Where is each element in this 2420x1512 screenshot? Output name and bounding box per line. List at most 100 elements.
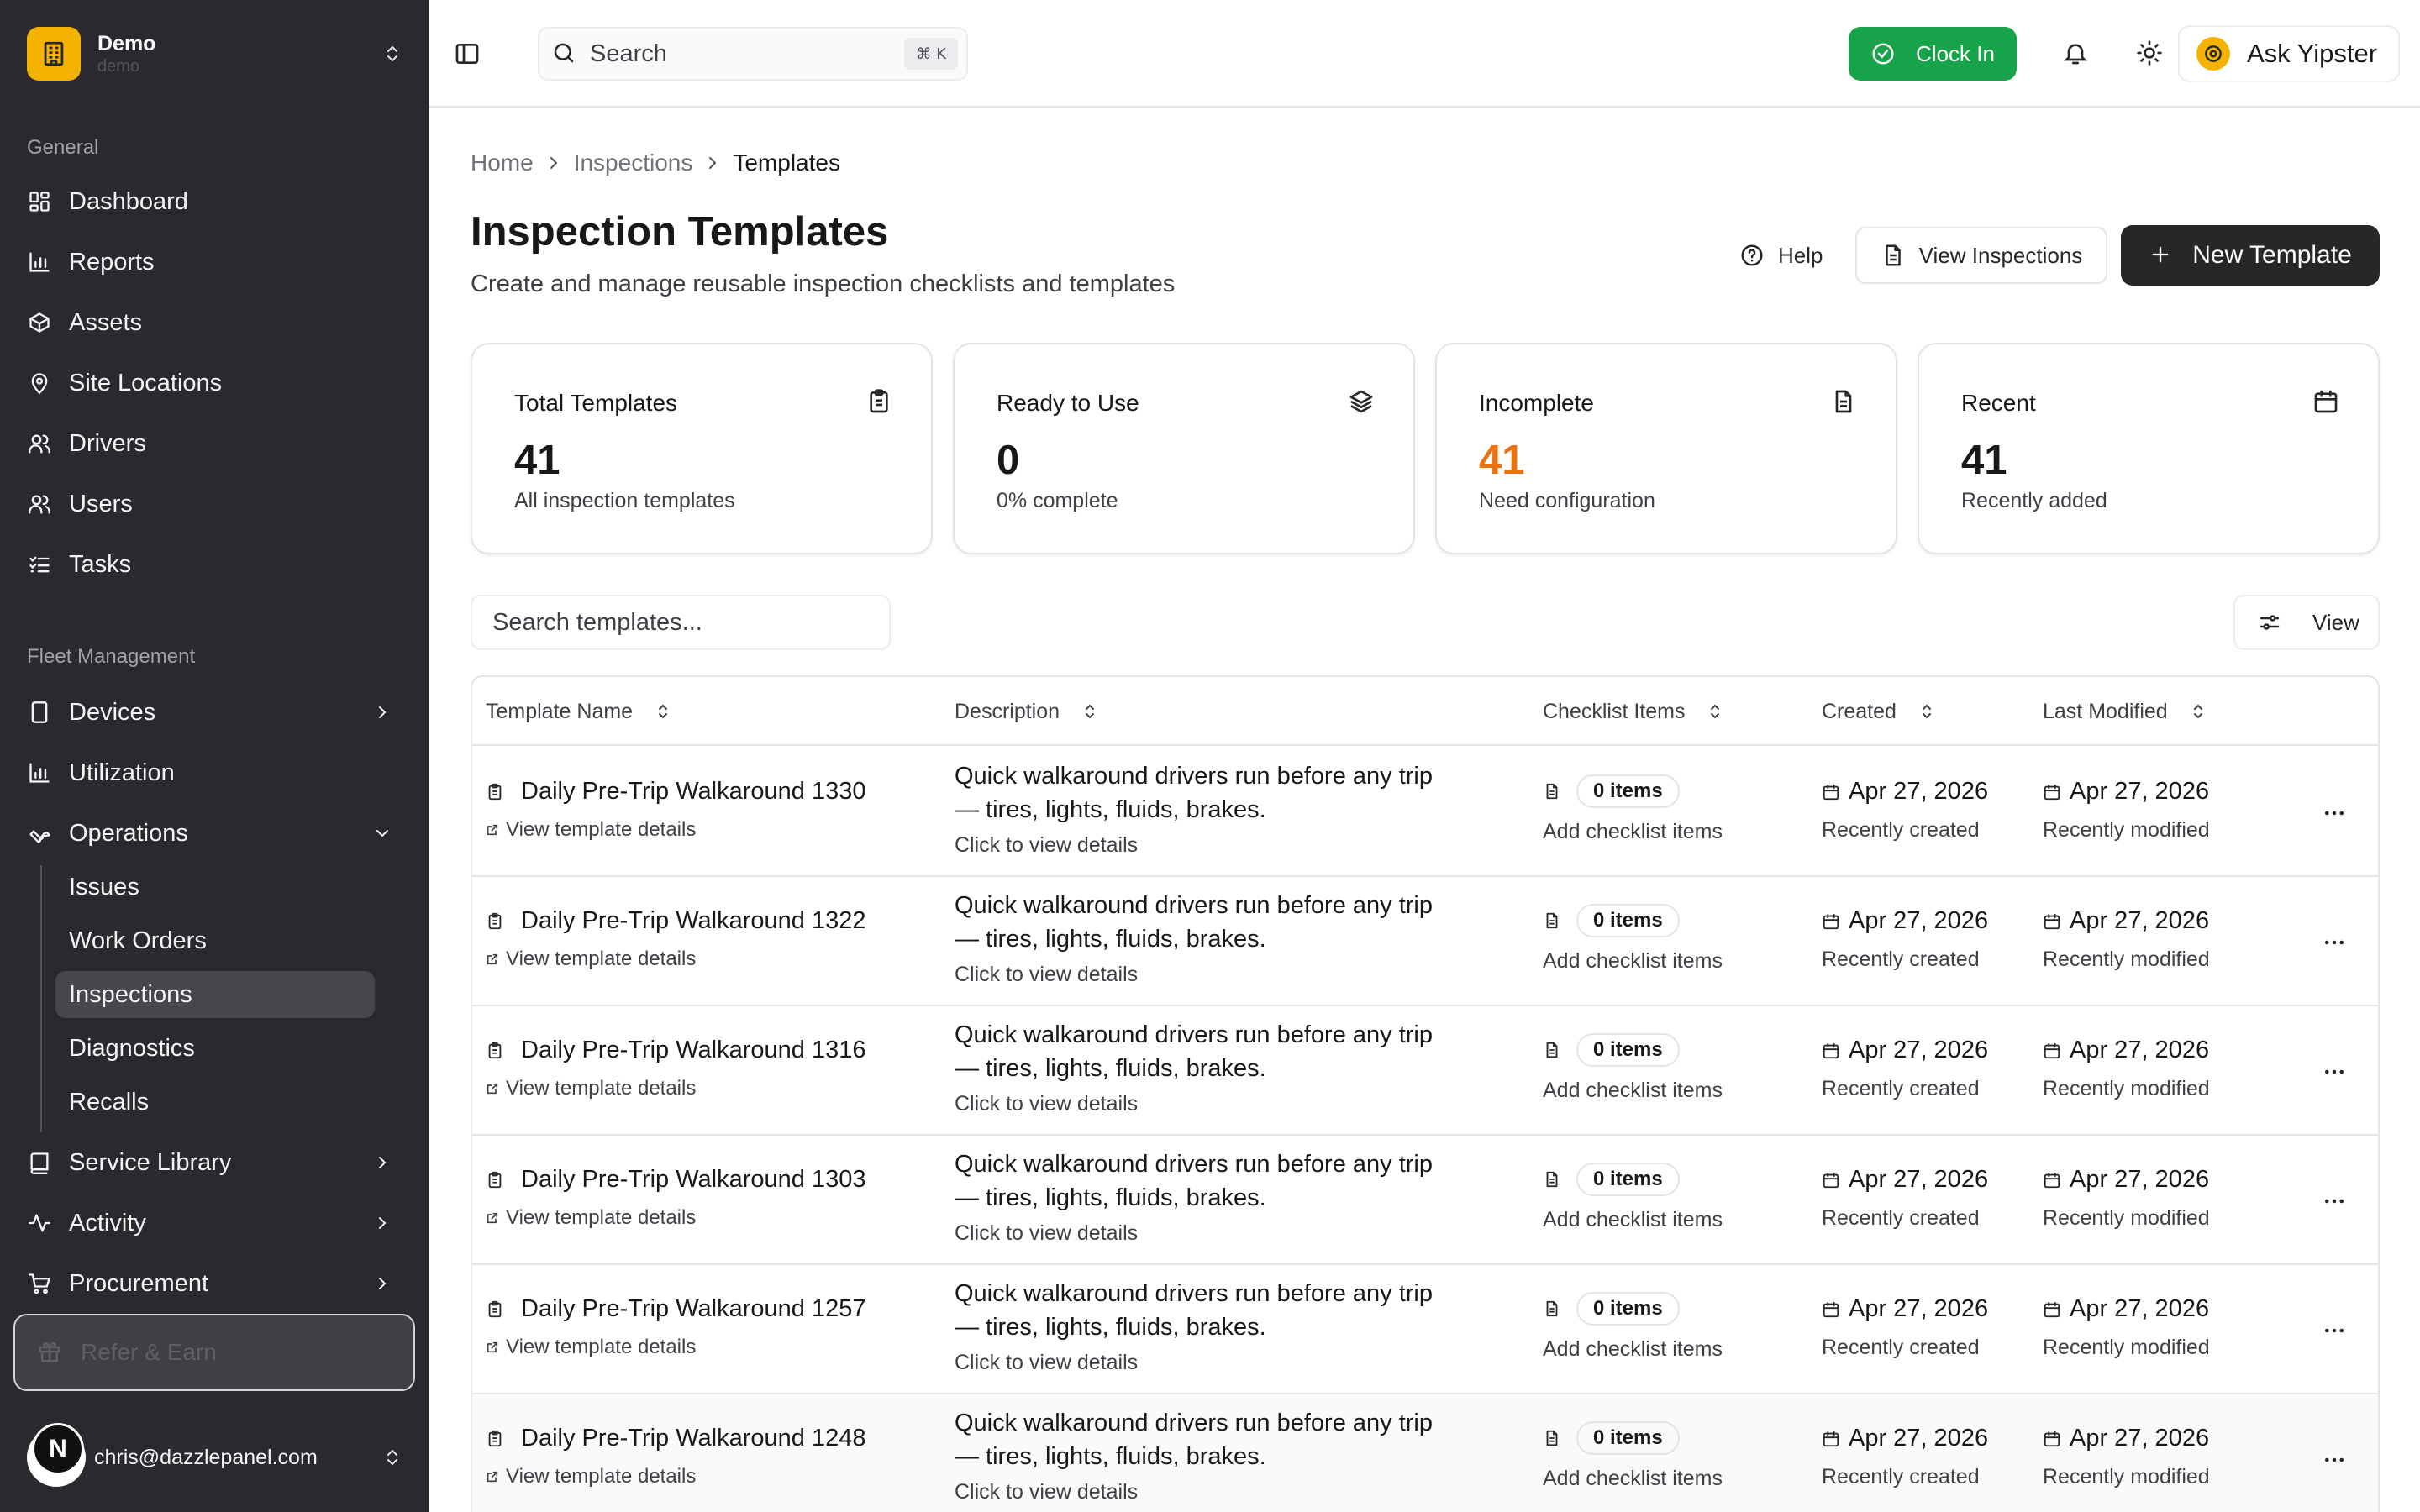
sidebar-item-label: Users xyxy=(69,490,133,517)
sidebar-subitem-issues[interactable]: Issues xyxy=(55,864,375,911)
column-label: Last Modified xyxy=(2043,699,2168,723)
more-horizontal-icon[interactable] xyxy=(2317,1314,2351,1347)
sidebar-item-operations[interactable]: Operations xyxy=(27,810,405,857)
view-template-details-label: View template details xyxy=(506,1336,697,1358)
clock-in-button[interactable]: Clock In xyxy=(1849,27,2017,81)
sidebar-item-utilization[interactable]: Utilization xyxy=(27,749,405,796)
more-horizontal-icon[interactable] xyxy=(2317,1184,2351,1218)
sidebar-toggle-icon[interactable] xyxy=(454,40,482,69)
table-row[interactable]: Daily Pre-Trip Walkaround 1316 View temp… xyxy=(472,1006,2378,1136)
user-menu[interactable]: N chris@dazzlepanel.com xyxy=(27,1423,405,1487)
sidebar-item-procurement[interactable]: Procurement xyxy=(27,1260,405,1307)
sidebar-item-label: Utilization xyxy=(69,759,175,786)
sidebar-item-assets[interactable]: Assets xyxy=(27,299,405,346)
column-last-modified[interactable]: Last Modified xyxy=(2043,677,2208,746)
sun-icon[interactable] xyxy=(2136,39,2165,68)
template-description: Quick walkaround drivers run before any … xyxy=(955,1410,1433,1470)
plus-icon xyxy=(2149,243,2174,268)
view-inspections-button[interactable]: View Inspections xyxy=(1855,227,2107,284)
add-checklist-items-link[interactable]: Add checklist items xyxy=(1543,820,1723,844)
column-created[interactable]: Created xyxy=(1822,677,1937,746)
view-template-details-link[interactable]: View template details xyxy=(486,1465,696,1488)
view-template-details-link[interactable]: View template details xyxy=(486,818,696,842)
template-name-cell[interactable]: Daily Pre-Trip Walkaround 1330 xyxy=(486,778,865,806)
view-template-details-link[interactable]: View template details xyxy=(486,1206,696,1230)
stat-card-ready-to-use: Ready to Use 0 0% complete xyxy=(953,343,1415,554)
sidebar-item-label: Reports xyxy=(69,248,155,276)
click-to-view-details[interactable]: Click to view details xyxy=(955,1221,1138,1246)
add-checklist-items-link[interactable]: Add checklist items xyxy=(1543,1079,1723,1103)
users-icon xyxy=(27,431,52,456)
table-header: Template Name Description Checklist Item… xyxy=(472,677,2378,746)
items-count-badge: 0 items xyxy=(1576,1292,1680,1326)
modified-sub: Recently modified xyxy=(2043,948,2210,971)
table-row[interactable]: Daily Pre-Trip Walkaround 1330 View temp… xyxy=(472,748,2378,877)
external-link-icon xyxy=(486,1341,499,1354)
add-checklist-items-link[interactable]: Add checklist items xyxy=(1543,1337,1723,1362)
sidebar-item-drivers[interactable]: Drivers xyxy=(27,420,405,467)
checklist-items-cell: 0 items xyxy=(1543,1292,1680,1326)
sidebar-subitem-work-orders[interactable]: Work Orders xyxy=(55,917,375,964)
add-checklist-items-link[interactable]: Add checklist items xyxy=(1543,949,1723,974)
ask-yipster-button[interactable]: Ask Yipster xyxy=(2178,25,2400,82)
view-template-details-link[interactable]: View template details xyxy=(486,1336,696,1359)
bar-chart-icon xyxy=(27,249,52,275)
new-template-button[interactable]: New Template xyxy=(2121,225,2380,286)
click-to-view-details[interactable]: Click to view details xyxy=(955,1351,1138,1375)
add-checklist-items-link[interactable]: Add checklist items xyxy=(1543,1208,1723,1232)
more-horizontal-icon[interactable] xyxy=(2317,1055,2351,1089)
breadcrumb-home[interactable]: Home xyxy=(471,150,534,176)
click-to-view-details[interactable]: Click to view details xyxy=(955,1092,1138,1116)
add-checklist-items-link[interactable]: Add checklist items xyxy=(1543,1467,1723,1491)
template-name-cell[interactable]: Daily Pre-Trip Walkaround 1316 xyxy=(486,1037,865,1064)
clipboard-icon xyxy=(486,1430,504,1448)
template-name-cell[interactable]: Daily Pre-Trip Walkaround 1248 xyxy=(486,1425,865,1452)
sidebar-item-devices[interactable]: Devices xyxy=(27,689,405,736)
sidebar-item-activity[interactable]: Activity xyxy=(27,1200,405,1247)
view-template-details-label: View template details xyxy=(506,1077,697,1100)
click-to-view-details[interactable]: Click to view details xyxy=(955,833,1138,858)
view-options-button[interactable]: View xyxy=(2233,595,2380,650)
table-row[interactable]: Daily Pre-Trip Walkaround 1303 View temp… xyxy=(472,1136,2378,1265)
view-template-details-link[interactable]: View template details xyxy=(486,948,696,971)
click-to-view-details[interactable]: Click to view details xyxy=(955,1480,1138,1504)
stat-value: 0 xyxy=(997,438,1020,483)
sidebar-subitem-recalls[interactable]: Recalls xyxy=(55,1079,375,1126)
more-horizontal-icon[interactable] xyxy=(2317,926,2351,959)
sidebar-item-service-library[interactable]: Service Library xyxy=(27,1139,405,1186)
sidebar-item-tasks[interactable]: Tasks xyxy=(27,541,405,588)
help-button[interactable]: Help xyxy=(1723,228,1839,282)
items-count-badge: 0 items xyxy=(1576,904,1680,937)
sidebar-item-site-locations[interactable]: Site Locations xyxy=(27,360,405,407)
nav-section-fleet: Fleet Management xyxy=(27,645,196,668)
click-to-view-details[interactable]: Click to view details xyxy=(955,963,1138,987)
template-name-cell[interactable]: Daily Pre-Trip Walkaround 1322 xyxy=(486,907,865,935)
table-row[interactable]: Daily Pre-Trip Walkaround 1248 View temp… xyxy=(472,1394,2378,1512)
org-switcher[interactable]: Demo demo xyxy=(27,27,405,81)
sidebar-item-users[interactable]: Users xyxy=(27,480,405,528)
template-name-cell[interactable]: Daily Pre-Trip Walkaround 1303 xyxy=(486,1166,865,1194)
template-name-cell[interactable]: Daily Pre-Trip Walkaround 1257 xyxy=(486,1295,865,1323)
items-count-badge: 0 items xyxy=(1576,1163,1680,1196)
table-row[interactable]: Daily Pre-Trip Walkaround 1322 View temp… xyxy=(472,877,2378,1006)
bell-icon[interactable] xyxy=(2062,39,2091,68)
table-row[interactable]: Daily Pre-Trip Walkaround 1257 View temp… xyxy=(472,1265,2378,1394)
column-checklist-items[interactable]: Checklist Items xyxy=(1543,677,1725,746)
sidebar-subitem-diagnostics[interactable]: Diagnostics xyxy=(55,1025,375,1072)
sidebar-item-reports[interactable]: Reports xyxy=(27,239,405,286)
more-horizontal-icon[interactable] xyxy=(2317,1443,2351,1477)
sidebar-subitem-inspections[interactable]: Inspections xyxy=(55,971,375,1018)
column-template-name[interactable]: Template Name xyxy=(486,677,673,746)
clipboard-icon xyxy=(486,1300,504,1319)
template-search-input[interactable]: Search templates... xyxy=(471,595,891,650)
created-value: Apr 27, 2026 xyxy=(1849,1295,1989,1322)
breadcrumb-inspections[interactable]: Inspections xyxy=(574,150,693,176)
column-description[interactable]: Description xyxy=(955,677,1100,746)
stat-label: Recent xyxy=(1961,390,2036,416)
view-template-details-link[interactable]: View template details xyxy=(486,1077,696,1100)
more-horizontal-icon[interactable] xyxy=(2317,796,2351,830)
refer-and-earn-button[interactable]: Refer & Earn xyxy=(13,1314,415,1391)
global-search-input[interactable]: Search ⌘ K xyxy=(538,27,968,81)
sidebar-item-dashboard[interactable]: Dashboard xyxy=(27,178,405,225)
search-shortcut: ⌘ K xyxy=(904,38,958,70)
